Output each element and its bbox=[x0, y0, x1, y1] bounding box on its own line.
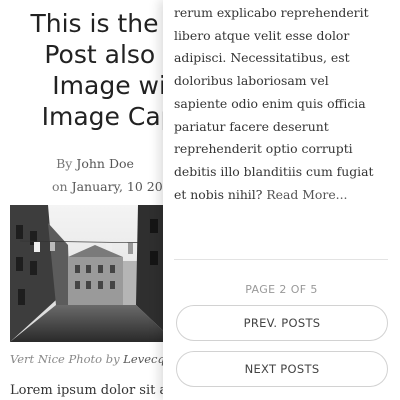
blog-post-column: This is the Th Post also w Image wit Ima… bbox=[0, 0, 175, 400]
post-title-line: Image Capt bbox=[41, 102, 175, 131]
excerpt-line: adipisci. Necessitatibus, est bbox=[174, 50, 350, 66]
excerpt-line: doloribus laboriosam vel bbox=[174, 73, 329, 89]
date-link[interactable]: January, 10 201 bbox=[72, 179, 171, 194]
excerpt-line: reprehenderit optio corrupti bbox=[174, 141, 353, 157]
author-link[interactable]: John Doe bbox=[76, 156, 134, 171]
post-photo[interactable] bbox=[10, 205, 175, 342]
post-title[interactable]: This is the Th Post also w Image wit Ima… bbox=[14, 8, 175, 132]
date-prefix: on bbox=[52, 179, 68, 194]
post-title-line: Post also w bbox=[44, 40, 175, 69]
page-indicator: PAGE 2 OF 5 bbox=[245, 283, 318, 296]
excerpt-line-text: et nobis nihil? bbox=[174, 186, 263, 202]
excerpt-line: rerum explicabo reprehenderit bbox=[174, 5, 369, 20]
next-posts-button[interactable]: NEXT POSTS bbox=[176, 351, 388, 387]
excerpt-line: debitis illo blanditiis cum fugiat bbox=[174, 163, 374, 179]
prev-posts-button[interactable]: PREV. POSTS bbox=[176, 305, 388, 341]
excerpt-line: libero atque velit esse dolor bbox=[174, 27, 350, 43]
read-more-link[interactable]: Read More... bbox=[266, 187, 347, 202]
post-date: on January, 10 201 bbox=[52, 179, 171, 194]
caption-by: by bbox=[105, 352, 120, 366]
excerpt-line: sapiente odio enim quis officia bbox=[174, 95, 366, 111]
post-excerpt: Lorem ipsum dolor sit am bbox=[10, 383, 175, 398]
posts-panel: rerum explicabo reprehenderit libero atq… bbox=[163, 0, 400, 400]
excerpt-line: pariatur facere deserunt bbox=[174, 118, 329, 134]
excerpt-last-line: et nobis nihil? Read More... bbox=[174, 184, 396, 207]
caption-text: Vert Nice Photo bbox=[10, 352, 103, 366]
post-title-line: This is the Th bbox=[30, 9, 175, 38]
panel-excerpt: rerum explicabo reprehenderit libero atq… bbox=[174, 2, 396, 206]
post-byline: By John Doe bbox=[0, 156, 175, 171]
byline-prefix: By bbox=[56, 156, 73, 171]
panel-divider bbox=[174, 259, 388, 260]
post-title-line: Image wit bbox=[52, 71, 175, 100]
photo-caption: Vert Nice Photo by Levecque bbox=[10, 352, 175, 366]
